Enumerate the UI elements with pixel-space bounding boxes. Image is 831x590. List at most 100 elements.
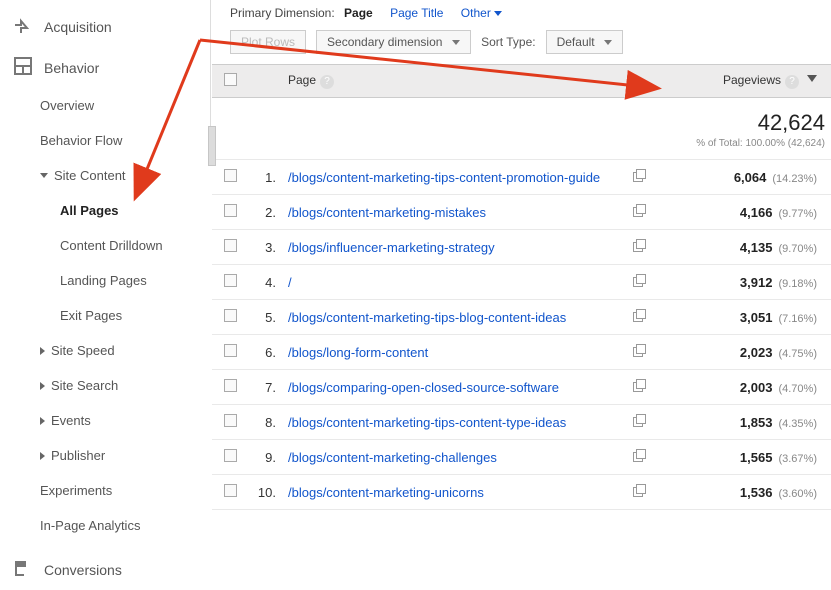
- row-rank: 4.: [248, 265, 282, 300]
- row-checkbox[interactable]: [212, 440, 248, 475]
- sidebar-item-publisher[interactable]: Publisher: [0, 438, 210, 473]
- row-external[interactable]: [625, 440, 653, 475]
- page-link[interactable]: /blogs/influencer-marketing-strategy: [288, 240, 495, 255]
- page-link[interactable]: /: [288, 275, 292, 290]
- sidebar-label: Publisher: [51, 448, 105, 463]
- sidebar-item-content-drilldown[interactable]: Content Drilldown: [0, 228, 210, 263]
- row-rank: 6.: [248, 335, 282, 370]
- table-row: 1./blogs/content-marketing-tips-content-…: [212, 160, 831, 195]
- checkbox-icon: [224, 239, 237, 252]
- table-row: 10./blogs/content-marketing-unicorns1,53…: [212, 475, 831, 510]
- row-rank: 2.: [248, 195, 282, 230]
- page-link[interactable]: /blogs/content-marketing-mistakes: [288, 205, 486, 220]
- row-checkbox[interactable]: [212, 230, 248, 265]
- row-pageviews: 2,003(4.70%): [653, 370, 831, 405]
- sidebar-item-overview[interactable]: Overview: [0, 88, 210, 123]
- external-link-icon: [633, 485, 645, 497]
- sidebar-item-in-page-analytics[interactable]: In-Page Analytics: [0, 508, 210, 543]
- main-content: Primary Dimension: Page Page Title Other…: [212, 0, 831, 542]
- row-external[interactable]: [625, 160, 653, 195]
- sidebar-item-behavior-flow[interactable]: Behavior Flow: [0, 123, 210, 158]
- row-external[interactable]: [625, 230, 653, 265]
- sidebar-label: All Pages: [60, 203, 119, 218]
- sort-type-select[interactable]: Default: [546, 30, 624, 54]
- external-link-icon: [633, 345, 645, 357]
- row-external[interactable]: [625, 300, 653, 335]
- row-checkbox[interactable]: [212, 370, 248, 405]
- external-link-icon: [633, 450, 645, 462]
- sidebar-item-acquisition[interactable]: Acquisition: [0, 6, 210, 47]
- table-row: 6./blogs/long-form-content2,023(4.75%): [212, 335, 831, 370]
- external-link-icon: [633, 380, 645, 392]
- help-icon[interactable]: ?: [785, 75, 799, 89]
- page-link[interactable]: /blogs/content-marketing-challenges: [288, 450, 497, 465]
- sidebar-item-all-pages[interactable]: All Pages: [0, 193, 210, 228]
- sidebar-label: Overview: [40, 98, 94, 113]
- row-page: /blogs/content-marketing-tips-content-pr…: [282, 160, 625, 195]
- page-link[interactable]: /blogs/content-marketing-tips-content-pr…: [288, 170, 600, 185]
- page-link[interactable]: /blogs/long-form-content: [288, 345, 428, 360]
- primary-dimension-row: Primary Dimension: Page Page Title Other: [212, 0, 831, 24]
- checkbox-icon: [224, 73, 237, 86]
- row-checkbox[interactable]: [212, 475, 248, 510]
- sidebar-item-site-content[interactable]: Site Content: [0, 158, 210, 193]
- sidebar-item-experiments[interactable]: Experiments: [0, 473, 210, 508]
- row-external[interactable]: [625, 370, 653, 405]
- sidebar-label: Exit Pages: [60, 308, 122, 323]
- sidebar-item-events[interactable]: Events: [0, 403, 210, 438]
- sidebar-label: Behavior: [44, 60, 99, 76]
- page-link[interactable]: /blogs/content-marketing-tips-content-ty…: [288, 415, 566, 430]
- row-external[interactable]: [625, 475, 653, 510]
- sidebar-label: Site Speed: [51, 343, 115, 358]
- checkbox-icon: [224, 379, 237, 392]
- header-page[interactable]: Page?: [282, 65, 625, 98]
- row-checkbox[interactable]: [212, 405, 248, 440]
- sidebar-item-behavior[interactable]: Behavior: [0, 47, 210, 88]
- row-page: /blogs/content-marketing-mistakes: [282, 195, 625, 230]
- caret-right-icon: [40, 382, 45, 390]
- row-checkbox[interactable]: [212, 195, 248, 230]
- row-checkbox[interactable]: [212, 335, 248, 370]
- sidebar-label: Events: [51, 413, 91, 428]
- page-link[interactable]: /blogs/content-marketing-unicorns: [288, 485, 484, 500]
- external-link-icon: [633, 240, 645, 252]
- row-checkbox[interactable]: [212, 300, 248, 335]
- header-ext: [625, 65, 653, 98]
- header-pageviews[interactable]: Pageviews?: [653, 65, 831, 98]
- row-page: /blogs/content-marketing-unicorns: [282, 475, 625, 510]
- caret-down-icon: [452, 40, 460, 45]
- caret-right-icon: [40, 347, 45, 355]
- table-row: 5./blogs/content-marketing-tips-blog-con…: [212, 300, 831, 335]
- sidebar-item-landing-pages[interactable]: Landing Pages: [0, 263, 210, 298]
- row-external[interactable]: [625, 195, 653, 230]
- sidebar-item-exit-pages[interactable]: Exit Pages: [0, 298, 210, 333]
- totals-cell: 42,624 % of Total: 100.00% (42,624): [653, 98, 831, 160]
- row-external[interactable]: [625, 405, 653, 440]
- row-external[interactable]: [625, 335, 653, 370]
- sidebar-item-conversions[interactable]: Conversions: [0, 549, 210, 590]
- row-pageviews: 4,166(9.77%): [653, 195, 831, 230]
- dimension-page[interactable]: Page: [344, 6, 373, 20]
- page-link[interactable]: /blogs/content-marketing-tips-blog-conte…: [288, 310, 566, 325]
- sidebar-label: Site Search: [51, 378, 118, 393]
- header-checkbox[interactable]: [212, 65, 248, 98]
- dimension-other[interactable]: Other: [461, 6, 502, 20]
- dimension-page-title[interactable]: Page Title: [390, 6, 443, 20]
- behavior-icon: [14, 57, 34, 78]
- checkbox-icon: [224, 414, 237, 427]
- row-checkbox[interactable]: [212, 265, 248, 300]
- row-checkbox[interactable]: [212, 160, 248, 195]
- table-row: 9./blogs/content-marketing-challenges1,5…: [212, 440, 831, 475]
- row-external[interactable]: [625, 265, 653, 300]
- caret-down-icon: [494, 11, 502, 16]
- resize-handle[interactable]: [208, 126, 216, 166]
- help-icon[interactable]: ?: [320, 75, 334, 89]
- checkbox-icon: [224, 484, 237, 497]
- plot-rows-button[interactable]: Plot Rows: [230, 30, 306, 54]
- sidebar-item-site-search[interactable]: Site Search: [0, 368, 210, 403]
- external-link-icon: [633, 205, 645, 217]
- page-link[interactable]: /blogs/comparing-open-closed-source-soft…: [288, 380, 559, 395]
- sidebar-item-site-speed[interactable]: Site Speed: [0, 333, 210, 368]
- row-pageviews: 1,536(3.60%): [653, 475, 831, 510]
- secondary-dimension-select[interactable]: Secondary dimension: [316, 30, 471, 54]
